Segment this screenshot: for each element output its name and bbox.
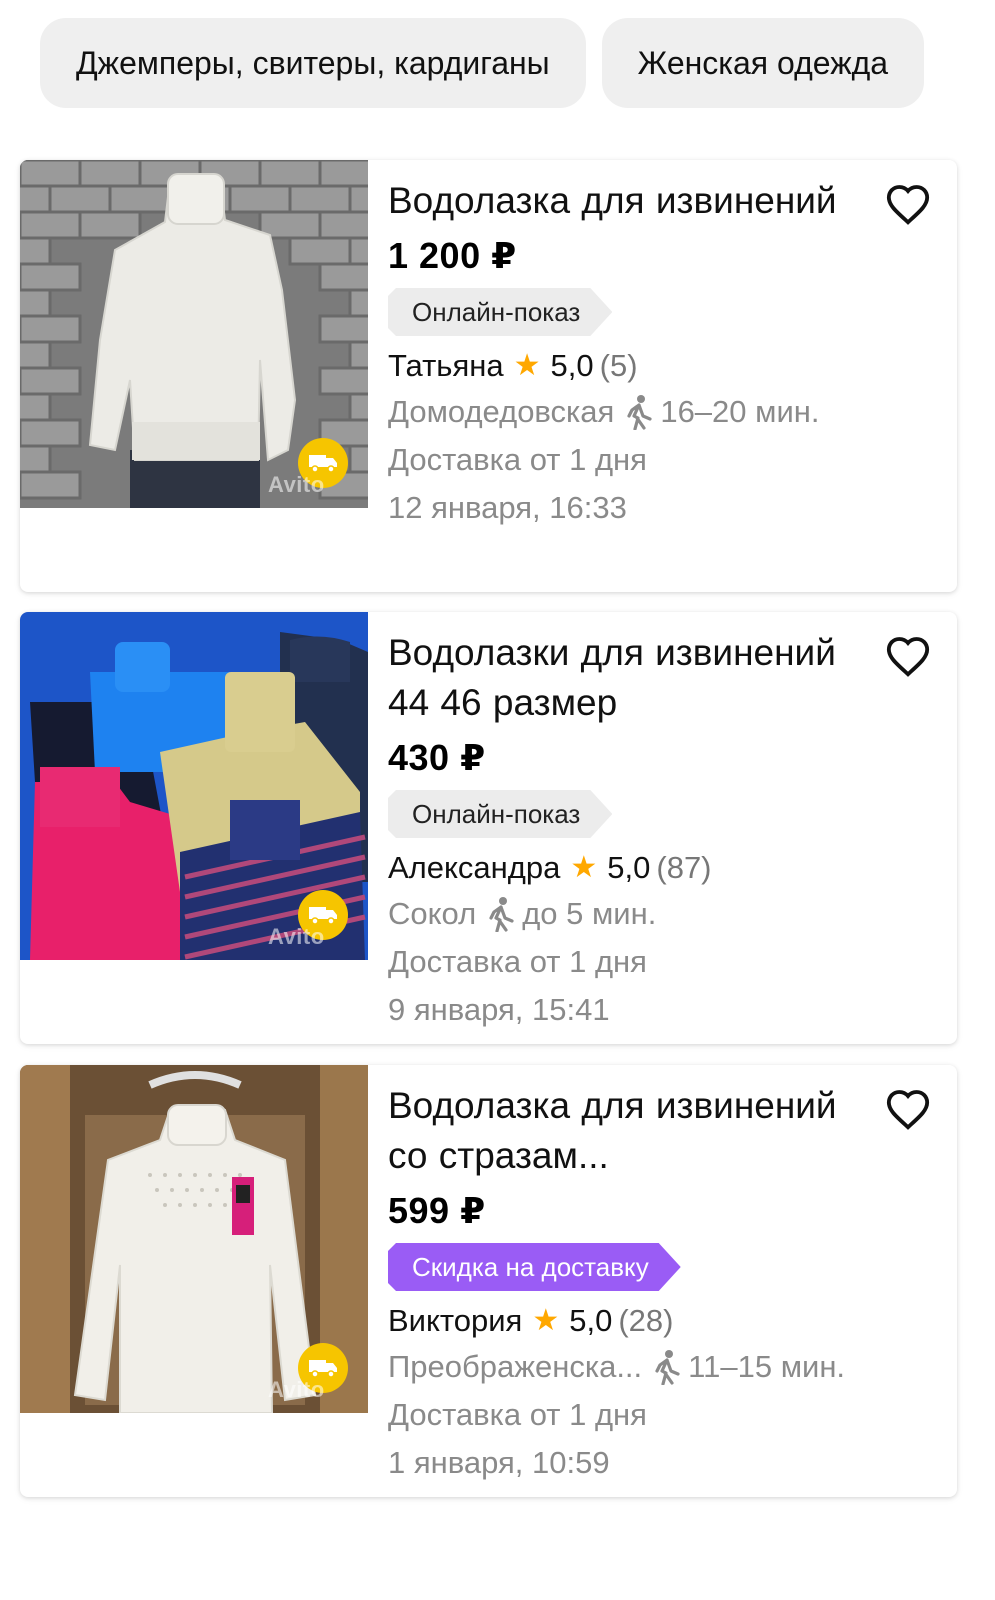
listing-price: 430 ₽ bbox=[388, 737, 486, 778]
star-icon: ★ bbox=[570, 851, 598, 884]
listing-photo[interactable]: Avito bbox=[20, 1065, 368, 1413]
seller-name[interactable]: Виктория bbox=[388, 1299, 522, 1343]
metro-row: Преображенска... 11–15 мин. bbox=[388, 1345, 933, 1389]
listing-info: Водолазка для извинений со стразам... 59… bbox=[388, 1081, 933, 1485]
walking-person-icon bbox=[655, 1350, 680, 1385]
listing-price: 599 ₽ bbox=[388, 1190, 486, 1231]
chip-sweaters[interactable]: Джемперы, свитеры, кардиганы bbox=[40, 18, 586, 108]
metro-station: Сокол bbox=[388, 896, 477, 931]
walk-time: 16–20 мин. bbox=[660, 394, 820, 429]
metro-station: Преображенска... bbox=[388, 1349, 643, 1384]
avito-watermark: Avito bbox=[268, 1377, 325, 1402]
listing-date: 1 января, 10:59 bbox=[388, 1445, 610, 1480]
delivery-info: Доставка от 1 дня bbox=[388, 944, 647, 979]
category-chips: Джемперы, свитеры, кардиганы Женская оде… bbox=[40, 18, 995, 108]
online-showing-tag: Онлайн-показ bbox=[388, 288, 612, 336]
listing-card[interactable]: Avito Водолазки для извинений 44 46 разм… bbox=[20, 612, 957, 1044]
listing-date: 12 января, 16:33 bbox=[388, 490, 627, 525]
delivery-info: Доставка от 1 дня bbox=[388, 442, 647, 477]
listing-price: 1 200 ₽ bbox=[388, 235, 517, 276]
review-count: (87) bbox=[656, 850, 712, 885]
seller-rating: 5,0 bbox=[569, 1303, 613, 1338]
star-icon: ★ bbox=[532, 1304, 560, 1337]
avito-watermark: Avito bbox=[268, 472, 325, 497]
seller-name[interactable]: Татьяна bbox=[388, 344, 504, 388]
listing-info: Водолазки для извинений 44 46 размер 430… bbox=[388, 628, 933, 1032]
star-icon: ★ bbox=[513, 349, 541, 382]
seller-name[interactable]: Александра bbox=[388, 846, 560, 890]
listing-info: Водолазка для извинений 1 200 ₽ Онлайн-п… bbox=[388, 176, 933, 530]
review-count: (5) bbox=[599, 348, 638, 383]
review-count: (28) bbox=[618, 1303, 674, 1338]
delivery-info: Доставка от 1 дня bbox=[388, 1397, 647, 1432]
walking-person-icon bbox=[627, 395, 652, 430]
listing-card[interactable]: Avito Водолазка для извинений 1 200 ₽ Он… bbox=[20, 160, 957, 592]
walk-time: до 5 мин. bbox=[522, 896, 657, 931]
favorite-heart-icon[interactable] bbox=[885, 182, 931, 228]
listing-card[interactable]: Avito Водолазка для извинений со стразам… bbox=[20, 1065, 957, 1497]
seller-row: Татьяна ★ 5,0 (5) bbox=[388, 344, 933, 388]
metro-station: Домодедовская bbox=[388, 394, 615, 429]
walk-time: 11–15 мин. bbox=[688, 1349, 846, 1384]
listing-photo[interactable]: Avito bbox=[20, 160, 368, 508]
seller-rating: 5,0 bbox=[550, 348, 594, 383]
listing-title[interactable]: Водолазка для извинений со стразам... bbox=[388, 1081, 868, 1181]
listing-date: 9 января, 15:41 bbox=[388, 992, 610, 1027]
seller-rating: 5,0 bbox=[607, 850, 651, 885]
listing-title[interactable]: Водолазка для извинений bbox=[388, 176, 868, 226]
metro-row: Сокол до 5 мин. bbox=[388, 892, 933, 936]
seller-row: Виктория ★ 5,0 (28) bbox=[388, 1299, 933, 1343]
listing-photo[interactable]: Avito bbox=[20, 612, 368, 960]
delivery-discount-tag: Скидка на доставку bbox=[388, 1243, 681, 1291]
online-showing-tag: Онлайн-показ bbox=[388, 790, 612, 838]
seller-row: Александра ★ 5,0 (87) bbox=[388, 846, 933, 890]
chip-womens-clothing[interactable]: Женская одежда bbox=[601, 18, 925, 108]
favorite-heart-icon[interactable] bbox=[885, 634, 931, 680]
avito-watermark: Avito bbox=[268, 924, 325, 949]
walking-person-icon bbox=[489, 897, 514, 932]
favorite-heart-icon[interactable] bbox=[885, 1087, 931, 1133]
listing-title[interactable]: Водолазки для извинений 44 46 размер bbox=[388, 628, 868, 728]
metro-row: Домодедовская 16–20 мин. bbox=[388, 390, 933, 434]
